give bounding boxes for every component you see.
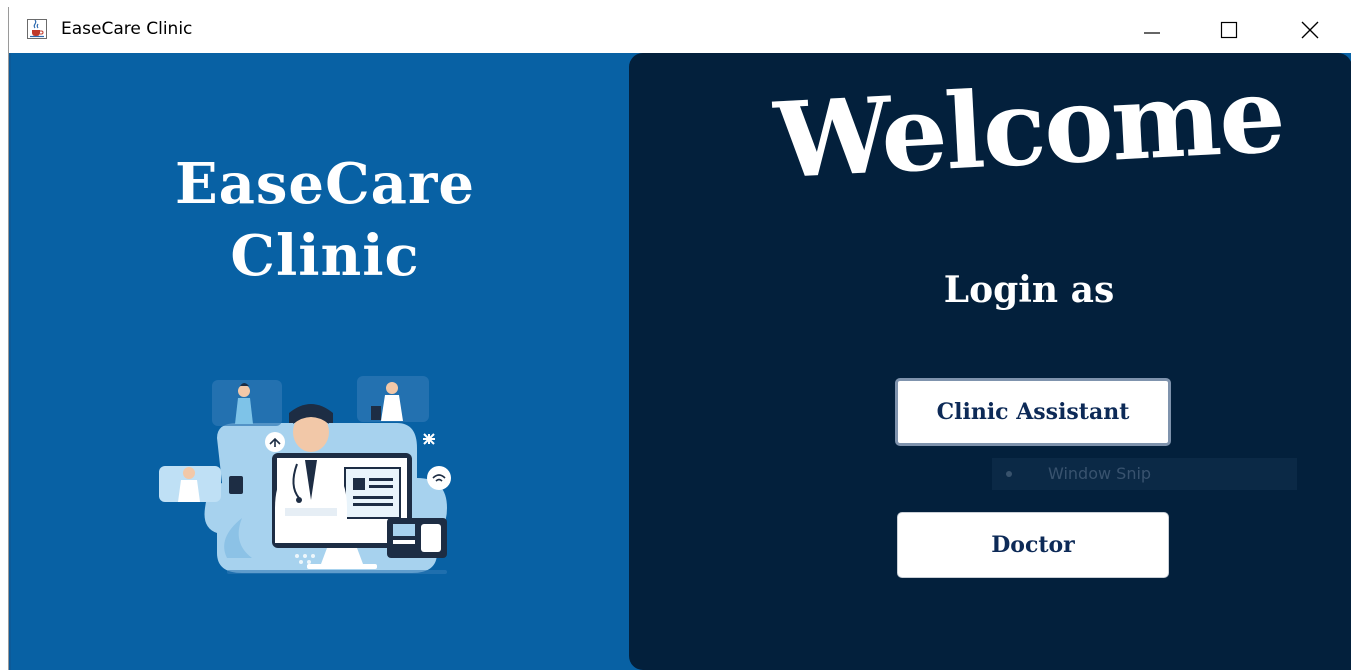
title-bar[interactable]: EaseCare Clinic: [9, 7, 1351, 52]
client-area: EaseCare Clinic Welcome Login as Clinic …: [9, 53, 1351, 670]
snip-dot-icon: [1006, 471, 1012, 477]
minimize-icon: [1144, 31, 1160, 34]
java-coffee-cup-icon: [27, 19, 47, 39]
login-as-label: Login as: [943, 269, 1115, 311]
minimize-button[interactable]: [1122, 7, 1182, 52]
panel-edge: [9, 53, 11, 670]
telemedicine-doctor-illustration: [159, 376, 451, 574]
maximize-icon: [1220, 21, 1238, 38]
maximize-button[interactable]: [1199, 7, 1259, 52]
close-icon: [1301, 21, 1319, 38]
doctor-button[interactable]: Doctor: [897, 512, 1169, 578]
login-panel: Welcome Login as Clinic Assistant Window…: [629, 53, 1351, 670]
window-title: EaseCare Clinic: [61, 19, 193, 39]
brand-line-1: EaseCare: [174, 151, 476, 217]
brand-line-2: Clinic: [230, 223, 420, 289]
brand-title: EaseCare Clinic: [9, 148, 641, 292]
close-button[interactable]: [1280, 7, 1340, 52]
brand-panel: EaseCare Clinic: [9, 53, 629, 670]
app-window: EaseCare Clinic EaseCare Clinic Welcome …: [8, 7, 1351, 670]
welcome-heading: Welcome: [771, 52, 1287, 203]
window-snip-label: Window Snip: [1048, 464, 1152, 483]
window-snip-overlay: Window Snip: [992, 458, 1297, 490]
clinic-assistant-button[interactable]: Clinic Assistant: [895, 378, 1171, 446]
